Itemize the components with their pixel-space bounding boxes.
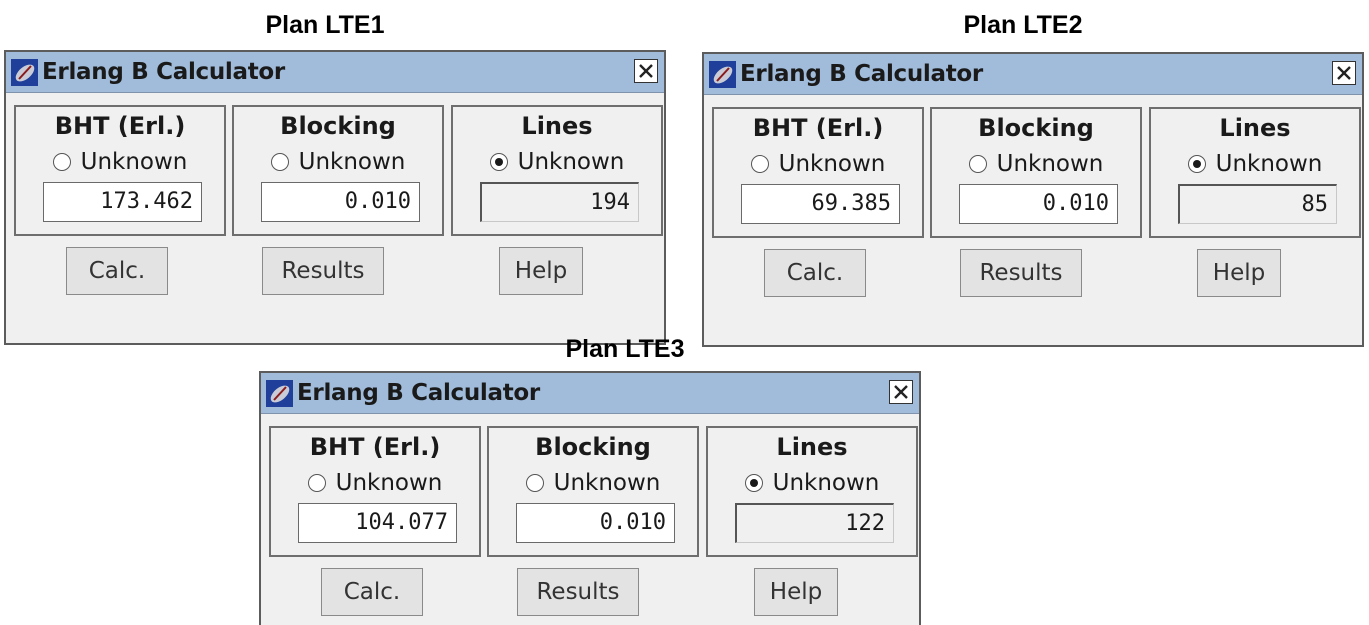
results-button[interactable]: Results — [960, 249, 1082, 297]
panel-bht: BHT (Erl.) Unknown 69.385 — [712, 107, 924, 238]
erlang-calculator-window-lte2: Erlang B Calculator BHT (Erl.) Unknown 6… — [702, 52, 1364, 347]
satellite-dish-icon — [11, 59, 38, 86]
panel-blocking: Blocking Unknown 0.010 — [487, 426, 699, 557]
satellite-dish-icon — [709, 61, 736, 88]
satellite-dish-icon — [266, 380, 293, 407]
radio-label: Unknown — [335, 470, 443, 496]
title-bar[interactable]: Erlang B Calculator — [704, 54, 1362, 95]
results-button[interactable]: Results — [517, 568, 639, 616]
unknown-radio-blocking[interactable]: Unknown — [234, 147, 442, 177]
close-button[interactable] — [1332, 61, 1356, 85]
radio-label: Unknown — [778, 151, 886, 177]
radio-button-selected[interactable] — [744, 474, 763, 492]
panel-heading: Lines — [521, 112, 593, 140]
panel-heading: BHT (Erl.) — [309, 433, 441, 461]
radio-button-selected[interactable] — [1187, 155, 1206, 173]
panel-heading: BHT (Erl.) — [54, 112, 186, 140]
lines-value-field: 194 — [480, 182, 639, 222]
panel-bht: BHT (Erl.) Unknown 104.077 — [269, 426, 481, 557]
window-title: Erlang B Calculator — [297, 380, 540, 406]
unknown-radio-lines[interactable]: Unknown — [453, 147, 661, 177]
panel-heading: Blocking — [280, 112, 396, 140]
radio-label: Unknown — [772, 470, 880, 496]
panel-blocking: Blocking Unknown 0.010 — [930, 107, 1142, 238]
unknown-radio-bht[interactable]: Unknown — [714, 149, 922, 179]
radio-label: Unknown — [517, 149, 625, 175]
unknown-radio-bht[interactable]: Unknown — [16, 147, 224, 177]
close-icon — [894, 385, 908, 399]
panel-lines: Lines Unknown 194 — [451, 105, 663, 236]
unknown-radio-blocking[interactable]: Unknown — [932, 149, 1140, 179]
close-icon — [639, 64, 653, 78]
calc-button[interactable]: Calc. — [764, 249, 866, 297]
bht-value-field[interactable]: 69.385 — [741, 184, 900, 224]
radio-label: Unknown — [80, 149, 188, 175]
panel-heading: BHT (Erl.) — [752, 114, 884, 142]
blocking-value-field[interactable]: 0.010 — [261, 182, 420, 222]
erlang-calculator-window-lte1: Erlang B Calculator BHT (Erl.) Unknown 1… — [4, 50, 666, 345]
panel-lines: Lines Unknown 85 — [1149, 107, 1361, 238]
unknown-radio-bht[interactable]: Unknown — [271, 468, 479, 498]
title-bar[interactable]: Erlang B Calculator — [261, 373, 919, 414]
radio-label: Unknown — [553, 470, 661, 496]
panel-bht: BHT (Erl.) Unknown 173.462 — [14, 105, 226, 236]
unknown-radio-blocking[interactable]: Unknown — [489, 468, 697, 498]
calc-button[interactable]: Calc. — [321, 568, 423, 616]
panel-heading: Lines — [776, 433, 848, 461]
panel-heading: Blocking — [535, 433, 651, 461]
window-title: Erlang B Calculator — [42, 59, 285, 85]
panel-blocking: Blocking Unknown 0.010 — [232, 105, 444, 236]
window-title: Erlang B Calculator — [740, 61, 983, 87]
radio-button[interactable] — [52, 153, 71, 171]
radio-button[interactable] — [750, 155, 769, 173]
radio-button[interactable] — [270, 153, 289, 171]
help-button[interactable]: Help — [754, 568, 838, 616]
radio-label: Unknown — [1215, 151, 1323, 177]
lines-value-field: 85 — [1178, 184, 1337, 224]
panel-heading: Blocking — [978, 114, 1094, 142]
radio-button-selected[interactable] — [489, 153, 508, 171]
bht-value-field[interactable]: 104.077 — [298, 503, 457, 543]
radio-label: Unknown — [298, 149, 406, 175]
radio-button[interactable] — [968, 155, 987, 173]
close-icon — [1337, 66, 1351, 80]
panel-lines: Lines Unknown 122 — [706, 426, 918, 557]
plan-label-lte2: Plan LTE2 — [963, 11, 1083, 39]
plan-label-lte1: Plan LTE1 — [265, 11, 385, 39]
lines-value-field: 122 — [735, 503, 894, 543]
bht-value-field[interactable]: 173.462 — [43, 182, 202, 222]
radio-button[interactable] — [307, 474, 326, 492]
help-button[interactable]: Help — [1197, 249, 1281, 297]
title-bar[interactable]: Erlang B Calculator — [6, 52, 664, 93]
blocking-value-field[interactable]: 0.010 — [516, 503, 675, 543]
calc-button[interactable]: Calc. — [66, 247, 168, 295]
erlang-calculator-window-lte3: Erlang B Calculator BHT (Erl.) Unknown 1… — [259, 371, 921, 625]
unknown-radio-lines[interactable]: Unknown — [1151, 149, 1359, 179]
results-button[interactable]: Results — [262, 247, 384, 295]
unknown-radio-lines[interactable]: Unknown — [708, 468, 916, 498]
help-button[interactable]: Help — [499, 247, 583, 295]
radio-button[interactable] — [525, 474, 544, 492]
close-button[interactable] — [634, 59, 658, 83]
close-button[interactable] — [889, 380, 913, 404]
radio-label: Unknown — [996, 151, 1104, 177]
blocking-value-field[interactable]: 0.010 — [959, 184, 1118, 224]
panel-heading: Lines — [1219, 114, 1291, 142]
plan-label-lte3: Plan LTE3 — [565, 335, 685, 363]
